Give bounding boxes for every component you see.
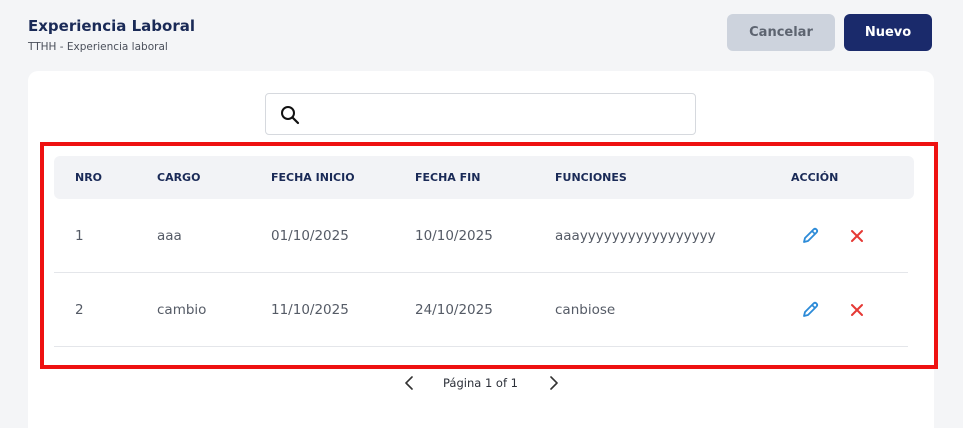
search-input[interactable] — [310, 94, 690, 134]
cancel-button[interactable]: Cancelar — [727, 14, 835, 51]
cell-fecha-inicio: 11/10/2025 — [271, 302, 349, 318]
table-row: 2 cambio 11/10/2025 24/10/2025 canbiose — [54, 273, 908, 347]
column-header-fecha-inicio: FECHA INICIO — [271, 171, 355, 184]
next-page-icon[interactable] — [545, 374, 561, 392]
edit-icon[interactable] — [800, 226, 820, 246]
cell-nro: 2 — [75, 302, 84, 318]
table-header: NRO CARGO FECHA INICIO FECHA FIN FUNCION… — [54, 156, 914, 199]
cell-funciones: canbiose — [555, 302, 616, 318]
page: Experiencia Laboral TTHH - Experiencia l… — [0, 0, 963, 428]
cell-fecha-fin: 10/10/2025 — [415, 228, 493, 244]
cell-cargo: cambio — [157, 302, 207, 318]
cell-fecha-fin: 24/10/2025 — [415, 302, 493, 318]
column-header-fecha-fin: FECHA FIN — [415, 171, 481, 184]
cell-funciones: aaayyyyyyyyyyyyyyyyy — [555, 228, 716, 244]
search-icon — [280, 105, 300, 125]
table-row: 1 aaa 01/10/2025 10/10/2025 aaayyyyyyyyy… — [54, 199, 908, 273]
search-box[interactable] — [265, 93, 696, 135]
column-header-accion: ACCIÓN — [791, 171, 839, 184]
previous-page-icon[interactable] — [402, 374, 418, 392]
column-header-nro: NRO — [75, 171, 103, 184]
cell-cargo: aaa — [157, 228, 182, 244]
page-title: Experiencia Laboral — [28, 17, 195, 35]
pagination: Página 1 of 1 — [0, 372, 963, 396]
page-indicator: Página 1 of 1 — [443, 376, 518, 390]
breadcrumb: TTHH - Experiencia laboral — [28, 41, 168, 53]
cell-fecha-inicio: 01/10/2025 — [271, 228, 349, 244]
column-header-cargo: CARGO — [157, 171, 201, 184]
edit-icon[interactable] — [800, 300, 820, 320]
column-header-funciones: FUNCIONES — [555, 171, 627, 184]
new-button[interactable]: Nuevo — [844, 14, 932, 51]
delete-icon[interactable] — [847, 300, 867, 320]
delete-icon[interactable] — [847, 226, 867, 246]
cell-nro: 1 — [75, 228, 84, 244]
